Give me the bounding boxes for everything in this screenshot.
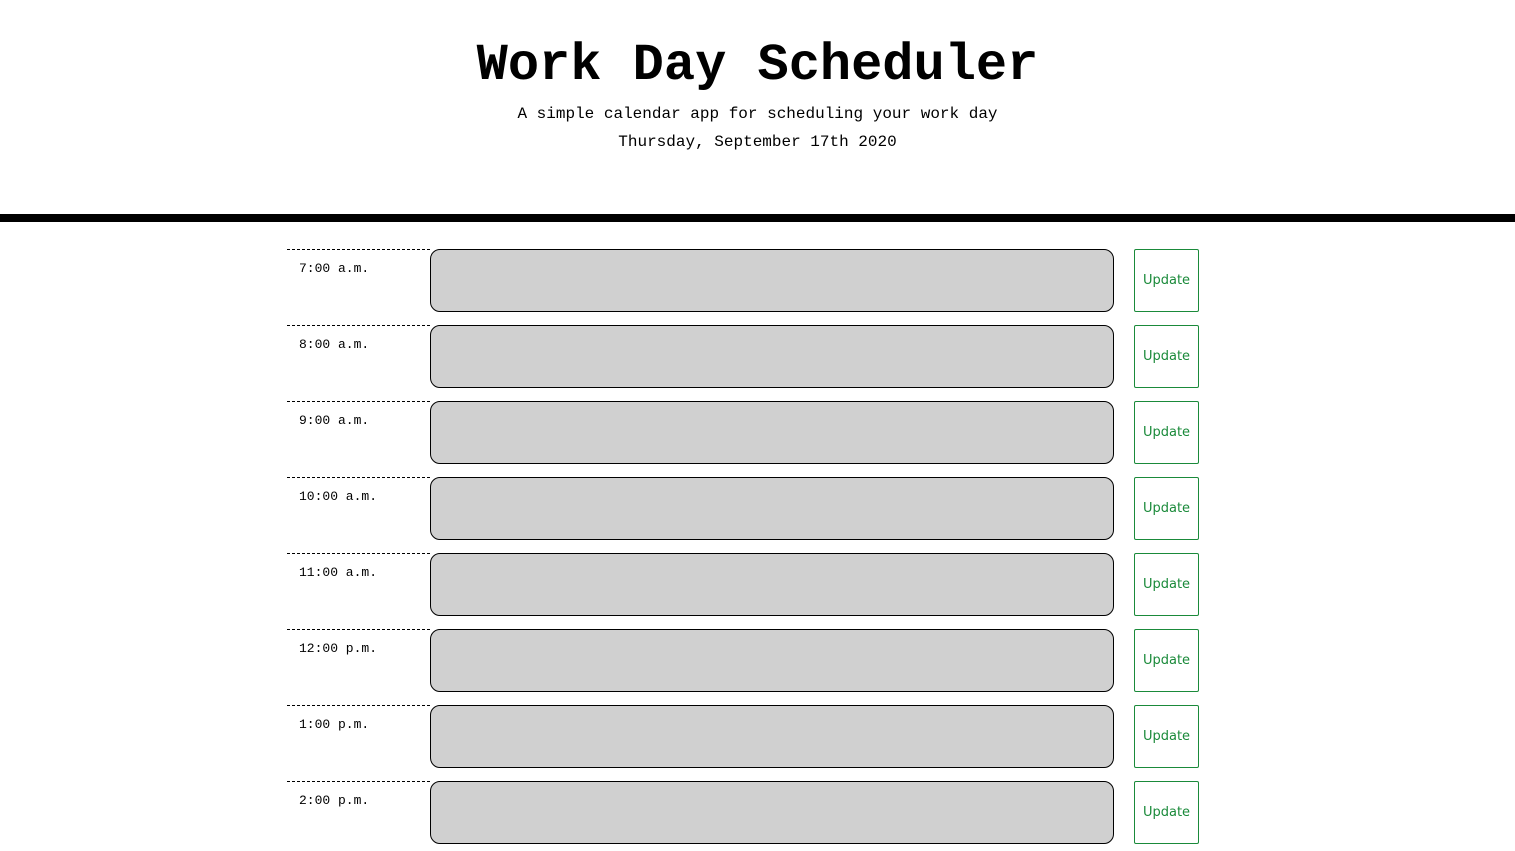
hour-label: 1:00 p.m. <box>287 705 430 768</box>
hour-label: 10:00 a.m. <box>287 477 430 540</box>
time-block-row: 10:00 a.m. Update <box>287 477 1199 540</box>
time-block-row: 7:00 a.m. Update <box>287 249 1199 312</box>
event-textarea[interactable] <box>430 249 1114 312</box>
hour-label: 12:00 p.m. <box>287 629 430 692</box>
hour-label: 11:00 a.m. <box>287 553 430 616</box>
time-block-row: 1:00 p.m. Update <box>287 705 1199 768</box>
update-button[interactable]: Update <box>1134 629 1199 692</box>
event-textarea[interactable] <box>430 781 1114 844</box>
event-textarea[interactable] <box>430 553 1114 616</box>
schedule-container: 7:00 a.m. Update 8:00 a.m. Update 9:00 a… <box>0 0 1515 851</box>
update-button[interactable]: Update <box>1134 477 1199 540</box>
update-button[interactable]: Update <box>1134 325 1199 388</box>
hour-label: 8:00 a.m. <box>287 325 430 388</box>
time-block-row: 9:00 a.m. Update <box>287 401 1199 464</box>
event-textarea[interactable] <box>430 401 1114 464</box>
hour-label: 9:00 a.m. <box>287 401 430 464</box>
time-block-row: 11:00 a.m. Update <box>287 553 1199 616</box>
update-button[interactable]: Update <box>1134 705 1199 768</box>
time-block-row: 8:00 a.m. Update <box>287 325 1199 388</box>
hour-label: 2:00 p.m. <box>287 781 430 844</box>
event-textarea[interactable] <box>430 477 1114 540</box>
update-button[interactable]: Update <box>1134 249 1199 312</box>
update-button[interactable]: Update <box>1134 401 1199 464</box>
event-textarea[interactable] <box>430 705 1114 768</box>
update-button[interactable]: Update <box>1134 781 1199 844</box>
event-textarea[interactable] <box>430 629 1114 692</box>
event-textarea[interactable] <box>430 325 1114 388</box>
time-block-row: 2:00 p.m. Update <box>287 781 1199 844</box>
update-button[interactable]: Update <box>1134 553 1199 616</box>
hour-label: 7:00 a.m. <box>287 249 430 312</box>
time-block-row: 12:00 p.m. Update <box>287 629 1199 692</box>
